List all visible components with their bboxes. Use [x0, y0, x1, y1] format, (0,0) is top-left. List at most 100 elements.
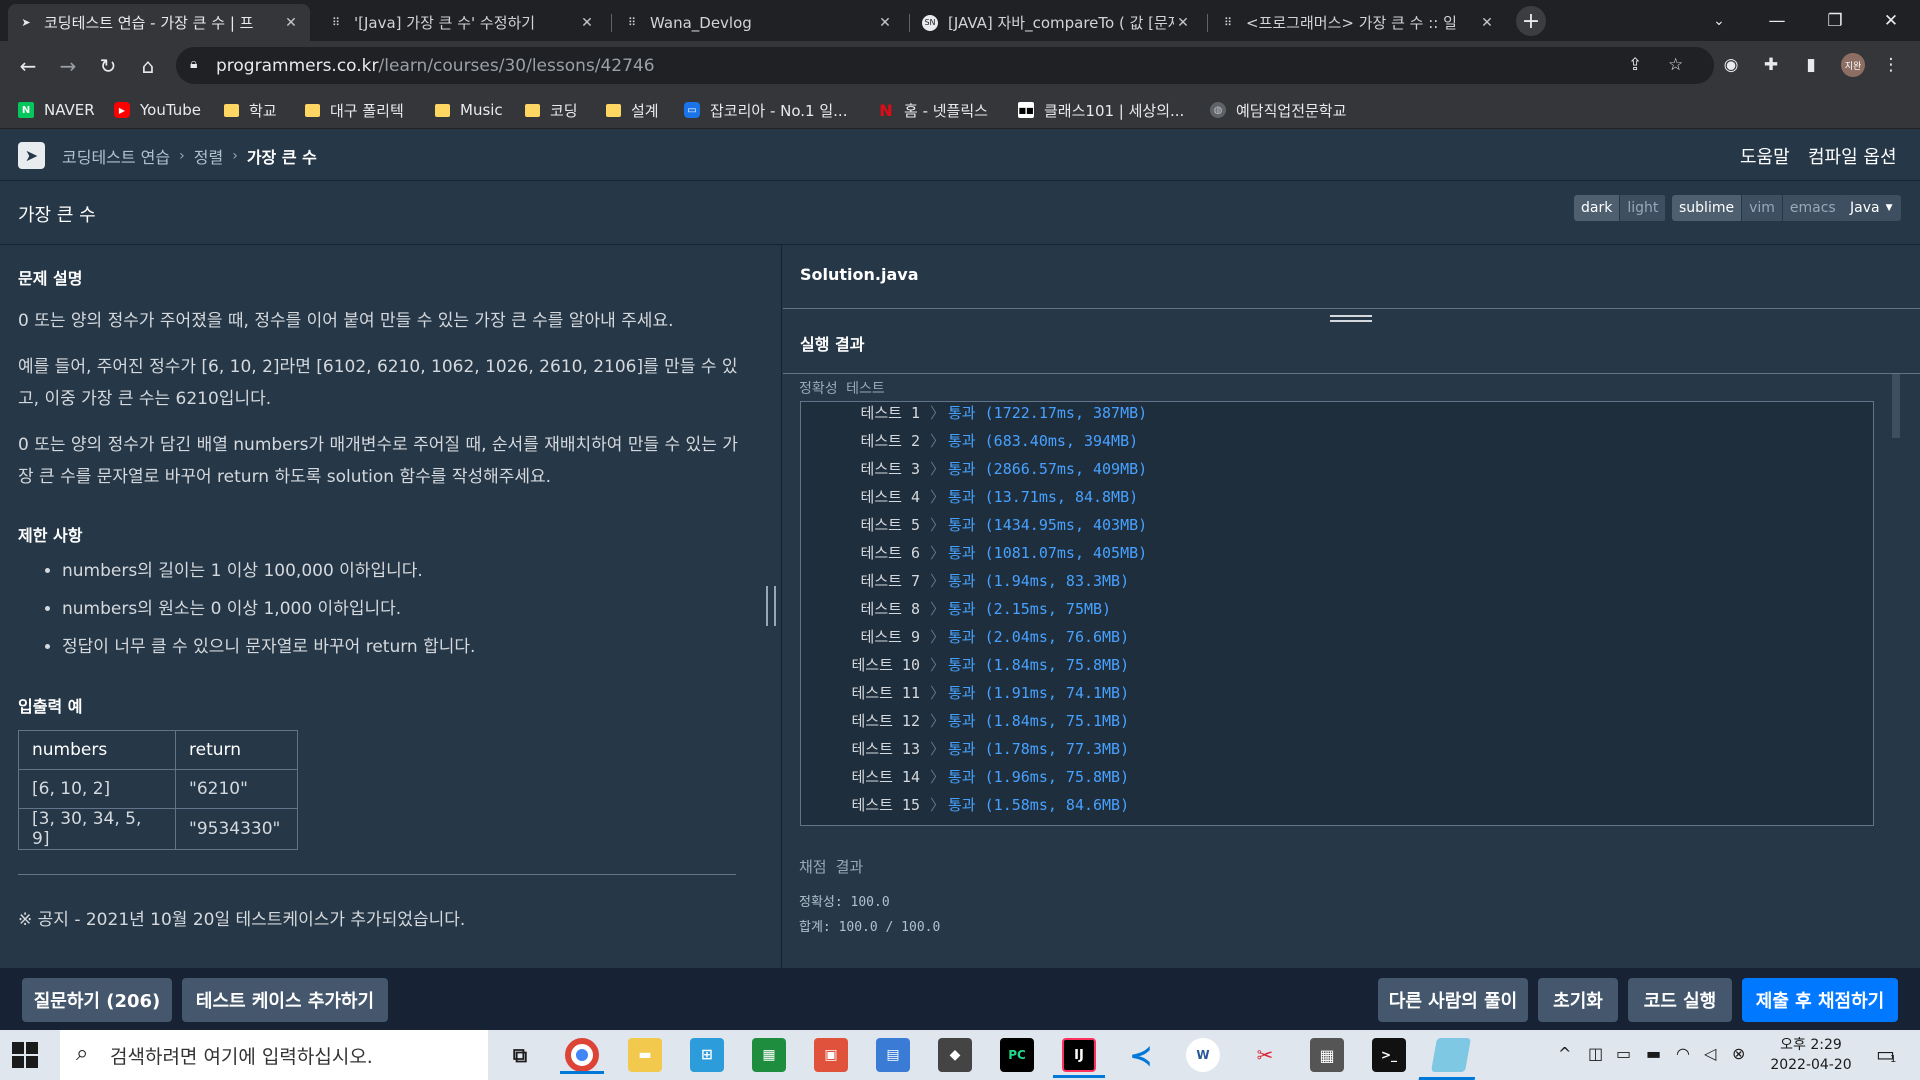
help-link[interactable]: 도움말: [1740, 143, 1790, 169]
intellij-icon[interactable]: IJ: [1053, 1038, 1105, 1078]
word-app-icon[interactable]: W: [1186, 1038, 1220, 1072]
bookmark-folder-polytech[interactable]: 대구 폴리텍: [305, 98, 404, 122]
reset-button[interactable]: 초기화: [1538, 978, 1618, 1022]
tab-search-icon[interactable]: ⌄: [1690, 0, 1748, 41]
tray-overflow-icon[interactable]: ^: [1558, 1044, 1571, 1063]
share-icon[interactable]: ⇪: [1628, 55, 1642, 75]
breadcrumb-item-sort[interactable]: 정렬: [194, 144, 223, 168]
menu-icon[interactable]: ⋮: [1876, 50, 1906, 80]
test-results-list[interactable]: 테스트 1 〉 통과 (1722.17ms, 387MB) 테스트 2 〉 통과 (683…: [800, 401, 1874, 826]
taskbar-search-input[interactable]: ⌕ 검색하려면 여기에 입력하십시오.: [60, 1030, 488, 1080]
test-result: 통과 (683.40ms, 394MB): [948, 432, 1139, 450]
language-select[interactable]: Java ▼: [1841, 195, 1901, 221]
bookmark-folder-design[interactable]: 설계: [606, 98, 659, 122]
bookmark-folder-coding[interactable]: 코딩: [525, 98, 578, 122]
io-example-table: numbers return [6, 10, 2] "6210" [3, 30,…: [18, 730, 298, 850]
new-tab-button[interactable]: +: [1516, 6, 1546, 36]
sheets-icon[interactable]: ▦: [752, 1038, 786, 1072]
notification-icon[interactable]: ▭ 1: [1876, 1042, 1896, 1066]
unity-icon[interactable]: ◆: [938, 1038, 972, 1072]
bookmark-naver[interactable]: N NAVER: [18, 98, 95, 122]
calculator-icon[interactable]: ▦: [1310, 1038, 1344, 1072]
windows-start-icon[interactable]: [12, 1042, 38, 1068]
compile-options-link[interactable]: 컴파일 옵션: [1808, 143, 1897, 169]
back-icon[interactable]: ←: [12, 50, 44, 82]
display-icon[interactable]: ▭: [1616, 1044, 1631, 1063]
bookmark-yedam[interactable]: ◍ 예담직업전문학교: [1210, 98, 1346, 122]
close-icon[interactable]: ✕: [282, 15, 300, 31]
volume-icon[interactable]: ◁: [1704, 1044, 1716, 1063]
test-name: 테스트 12: [851, 712, 921, 730]
chevron-right-icon: 〉: [930, 572, 946, 590]
tab-velog-edit[interactable]: ⠿ '[Java] 가장 큰 수' 수정하기 ✕: [318, 4, 606, 41]
terminal-icon[interactable]: >_: [1372, 1038, 1406, 1072]
scrollbar-thumb[interactable]: [1892, 374, 1900, 438]
bookmark-folder-school[interactable]: 학교: [224, 98, 277, 122]
breadcrumb-item-current: 가장 큰 수: [246, 148, 317, 167]
tab-compareto[interactable]: SN [JAVA] 자바_compareTo ( 값 [문자 ✕: [912, 4, 1202, 41]
reload-icon[interactable]: ↻: [92, 50, 124, 82]
home-icon[interactable]: ⌂: [132, 50, 164, 82]
result-resize-handle[interactable]: [1330, 315, 1372, 325]
wifi-icon[interactable]: ◠: [1676, 1044, 1690, 1063]
keymap-sublime-button[interactable]: sublime: [1672, 195, 1743, 221]
submit-button[interactable]: 제출 후 채점하기: [1742, 978, 1898, 1022]
keymap-vim-button[interactable]: vim: [1742, 195, 1783, 221]
pycharm-icon[interactable]: PC: [1000, 1038, 1034, 1072]
scrollbar[interactable]: [1892, 374, 1900, 824]
bookmark-jobkorea[interactable]: ▭ 잡코리아 - No.1 일...: [684, 98, 847, 122]
test-name: 테스트 7: [860, 572, 920, 590]
puzzle-icon[interactable]: ✚: [1756, 50, 1786, 80]
bookmark-netflix[interactable]: N 홈 - 넷플릭스: [878, 98, 988, 122]
ask-question-button[interactable]: 질문하기 (206): [22, 978, 172, 1022]
programmers-logo-icon[interactable]: ➤: [18, 142, 45, 169]
bookmark-class101[interactable]: ■■ 클래스101 | 세상의...: [1018, 98, 1184, 122]
panel-resize-handle[interactable]: [766, 586, 776, 626]
chrome-icon[interactable]: [560, 1038, 604, 1074]
task-view-icon[interactable]: ⧉: [503, 1038, 537, 1072]
notepad-icon[interactable]: [1431, 1038, 1471, 1072]
meet-now-icon[interactable]: ◫: [1588, 1044, 1603, 1063]
theme-light-button[interactable]: light: [1620, 195, 1667, 221]
no-network-icon[interactable]: ⊗: [1732, 1044, 1745, 1063]
keymap-emacs-button[interactable]: emacs: [1782, 195, 1844, 221]
breadcrumb-item-coding-test[interactable]: 코딩테스트 연습: [62, 144, 170, 168]
bookmark-label: 클래스101 | 세상의...: [1044, 101, 1185, 120]
add-testcase-button[interactable]: 테스트 케이스 추가하기: [182, 978, 388, 1022]
close-icon[interactable]: ✕: [1478, 15, 1496, 31]
bookmark-folder-music[interactable]: Music: [435, 98, 503, 122]
taskbar-clock[interactable]: 오후 2:29 2022-04-20: [1756, 1035, 1866, 1075]
tab-tistory[interactable]: ⠿ <프로그래머스> 가장 큰 수 :: 일 ✕: [1210, 4, 1506, 41]
close-icon[interactable]: ✕: [1174, 15, 1192, 31]
notice-text: ※ 공지 - 2021년 10월 20일 테스트케이스가 추가되었습니다.: [18, 910, 466, 930]
others-solutions-button[interactable]: 다른 사람의 풀이: [1378, 978, 1528, 1022]
close-window-icon[interactable]: ✕: [1862, 0, 1920, 41]
bookmark-star-icon[interactable]: ☆: [1668, 55, 1683, 75]
store-icon[interactable]: ⊞: [690, 1038, 724, 1072]
tab-wana-devlog[interactable]: ⠿ Wana_Devlog ✕: [614, 4, 904, 41]
avatar[interactable]: 지완: [1841, 53, 1865, 77]
page-icon: SN: [922, 14, 938, 31]
io-example-heading: 입출력 예: [18, 697, 83, 716]
slides-icon[interactable]: ▣: [814, 1038, 848, 1072]
theme-dark-button[interactable]: dark: [1574, 195, 1621, 221]
file-explorer-icon[interactable]: ▬: [628, 1038, 662, 1072]
close-icon[interactable]: ✕: [578, 15, 596, 31]
snipping-tool-icon[interactable]: ✂: [1248, 1038, 1282, 1072]
restore-icon[interactable]: ❐: [1806, 0, 1864, 41]
address-bar[interactable]: 🔒︎ programmers.co.kr/learn/courses/30/le…: [176, 47, 1714, 84]
run-code-button[interactable]: 코드 실행: [1628, 978, 1732, 1022]
side-panel-icon[interactable]: ▮: [1796, 50, 1826, 80]
lock-icon[interactable]: 🔒︎: [190, 56, 197, 72]
battery-icon[interactable]: ▬: [1646, 1044, 1661, 1063]
test-name: 테스트 11: [851, 684, 921, 702]
card-app-icon[interactable]: ▤: [876, 1038, 910, 1072]
extension-icon[interactable]: ◉: [1716, 50, 1746, 80]
test-result-row: 테스트 7 〉 통과 (1.94ms, 83.3MB): [801, 567, 1873, 595]
tab-programmers[interactable]: ➤ 코딩테스트 연습 - 가장 큰 수 | 프 ✕: [8, 4, 310, 41]
bookmark-youtube[interactable]: ▶ YouTube: [114, 98, 201, 122]
minimize-icon[interactable]: —: [1748, 0, 1806, 41]
close-icon[interactable]: ✕: [876, 15, 894, 31]
forward-icon[interactable]: →: [52, 50, 84, 82]
vscode-icon[interactable]: ≺: [1124, 1038, 1158, 1072]
